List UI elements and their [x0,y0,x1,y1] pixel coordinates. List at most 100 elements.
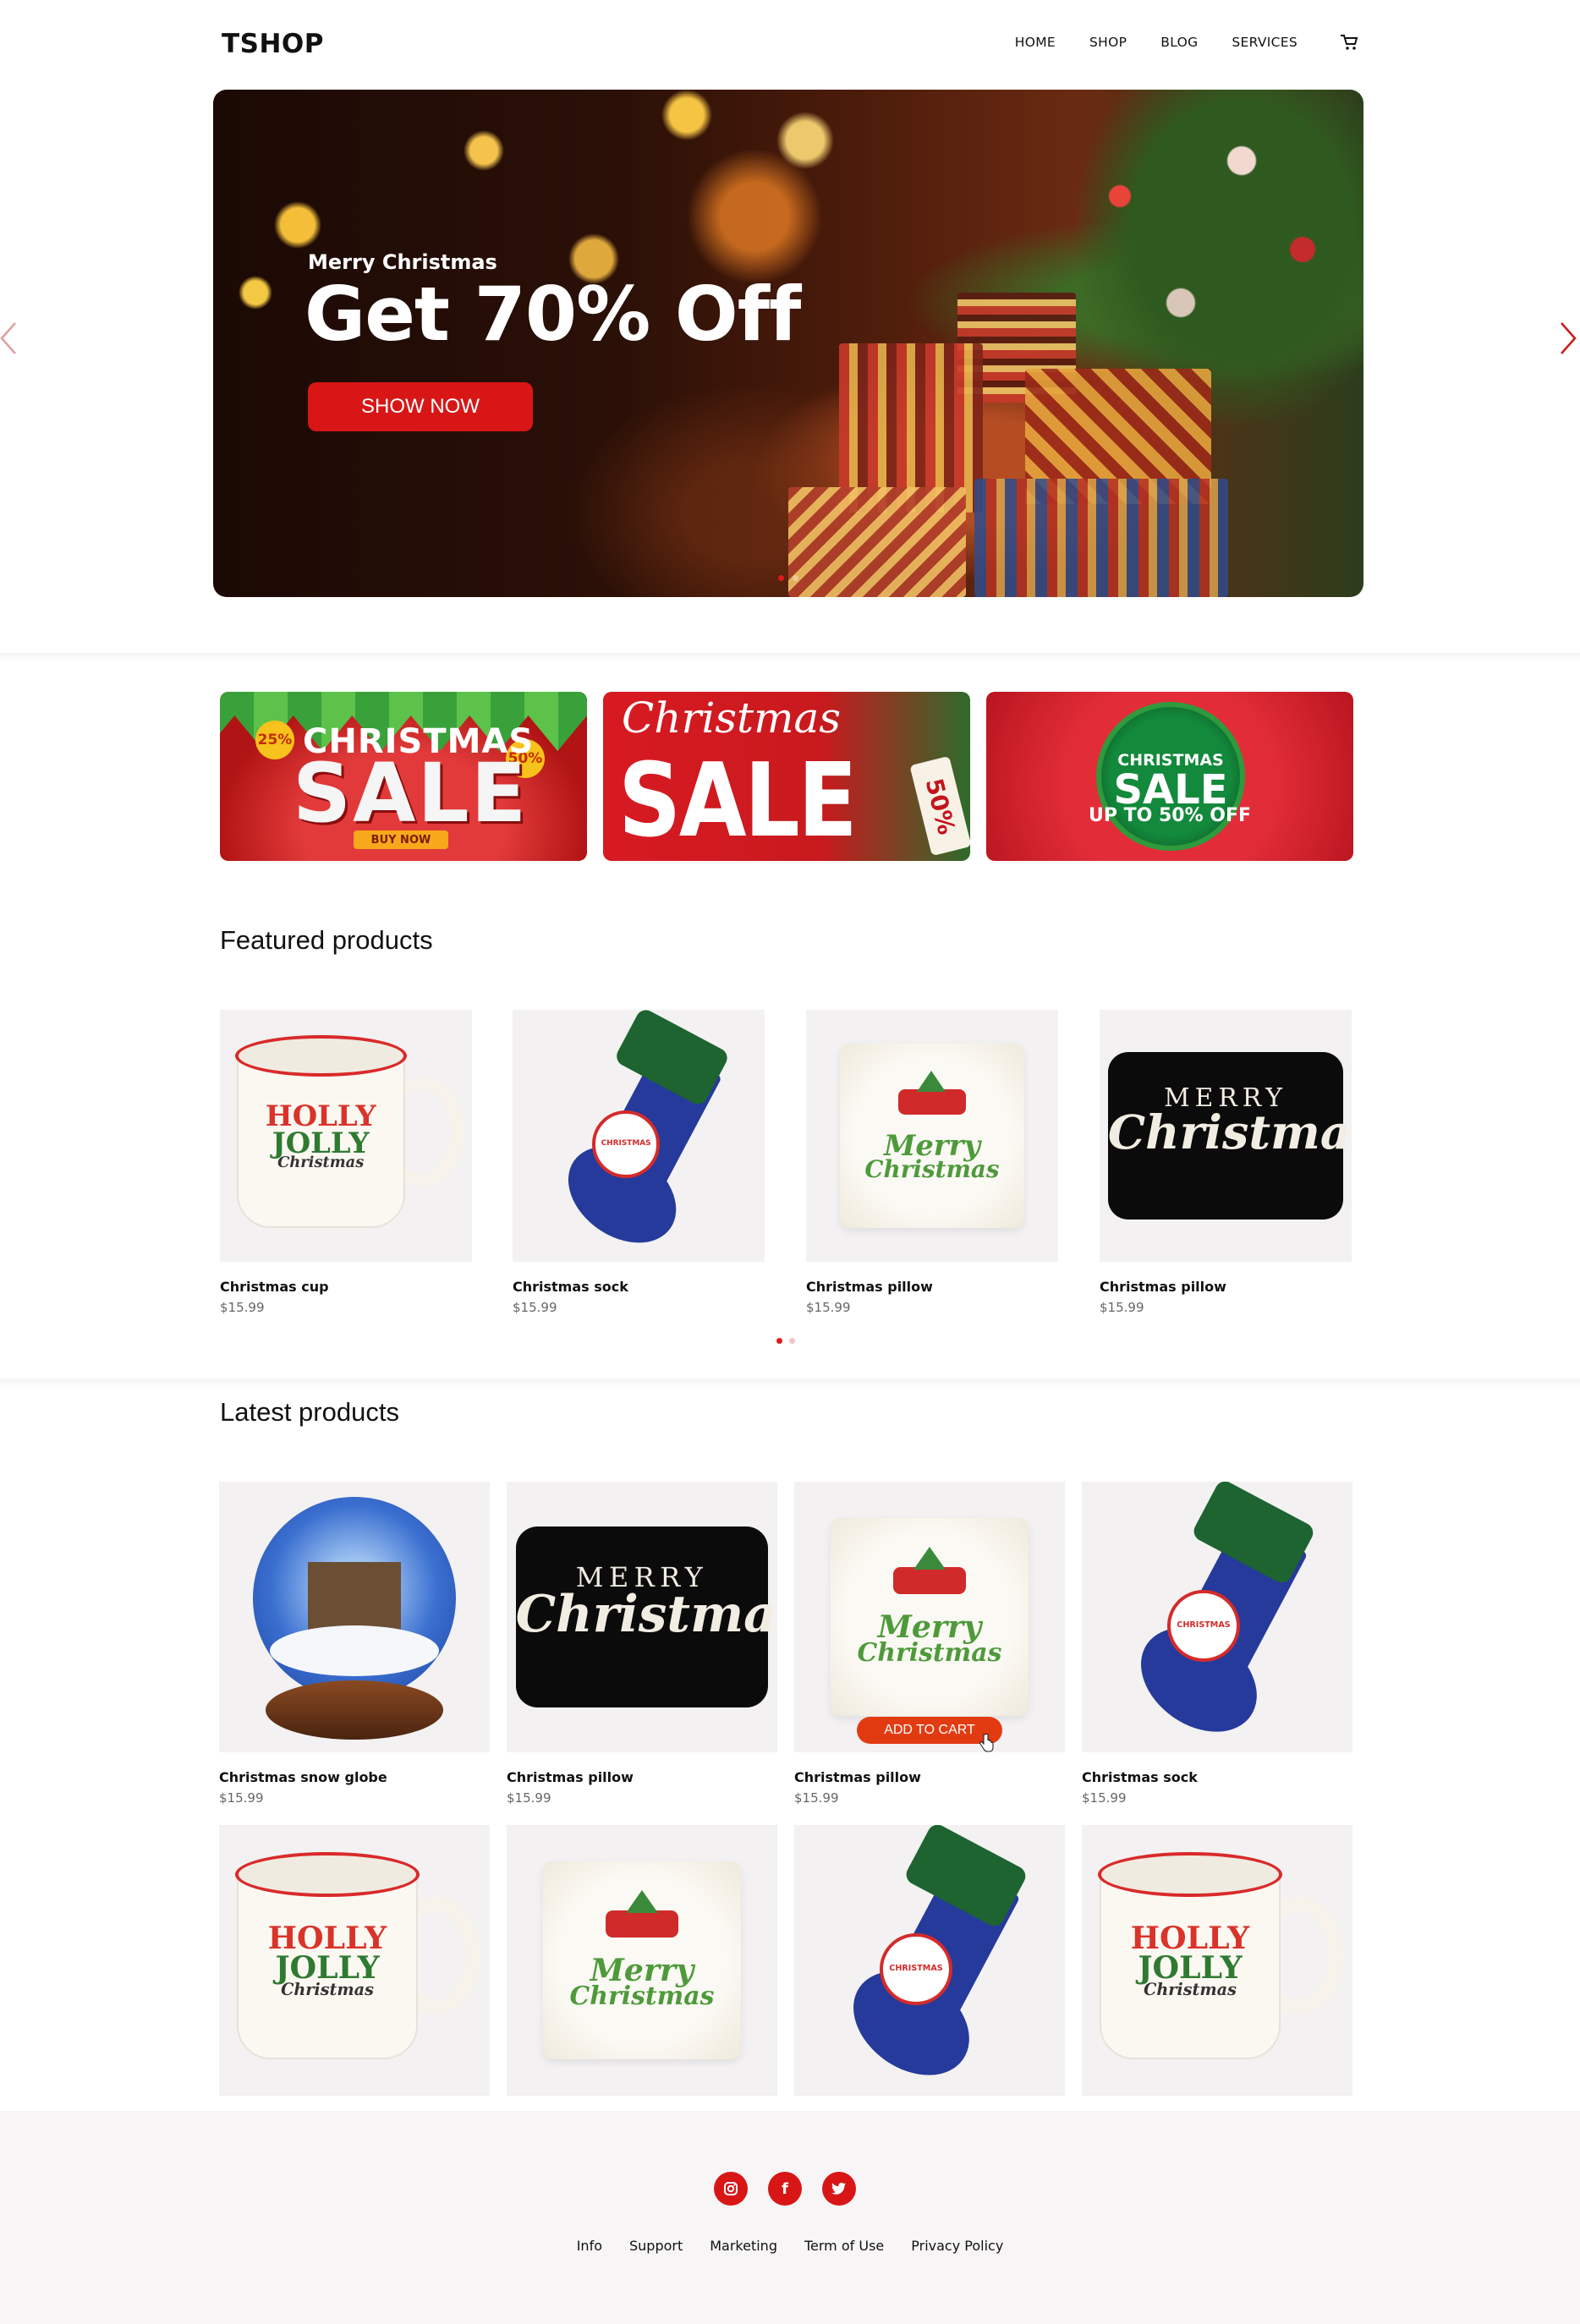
product-image[interactable]: HOLLY JOLLY Christmas [220,1010,472,1262]
promo-banner-christmas-sale[interactable]: 25% 50% CHRISTMAS SALE BUY NOW [220,692,587,861]
product-image[interactable]: HOLLY JOLLY Christmas [1082,1825,1352,2096]
house [308,1562,401,1630]
gift-box [788,487,966,597]
footer-link-terms[interactable]: Term of Use [804,2238,884,2254]
product-image[interactable]: MERRY Christmas [507,1482,777,1752]
banner-sale-text: SALE [618,743,858,860]
product-name[interactable]: Christmas pillow [1100,1279,1352,1295]
product-name[interactable]: Christmas snow globe [219,1769,490,1785]
product-name[interactable]: Christmas pillow [794,1769,1065,1785]
featured-carousel-dots [776,1338,795,1344]
footer-links: Info Support Marketing Term of Use Priva… [0,2238,1580,2254]
carousel-prev-arrow-icon[interactable] [0,321,20,355]
pillow-text-line: Christmas [515,1584,777,1644]
carousel-next-arrow-icon[interactable] [1558,321,1578,355]
twitter-icon[interactable] [822,2172,856,2206]
gift-box [974,479,1228,597]
mug-text: HOLLY JOLLY Christmas [1100,1922,1280,1998]
hero-dot[interactable] [778,575,784,581]
product-image[interactable]: Merry Christmas [507,1825,777,2096]
footer-link-marketing[interactable]: Marketing [710,2238,777,2254]
nav-services[interactable]: SERVICES [1232,35,1297,50]
product-price: $15.99 [507,1790,551,1806]
nav-blog[interactable]: BLOG [1160,35,1198,50]
main-nav: HOME SHOP BLOG SERVICES [981,34,1358,51]
product-name[interactable]: Christmas cup [220,1279,472,1295]
product-card[interactable]: HOLLY JOLLY Christmas Christmas cup $15.… [220,1010,472,1315]
section-divider [0,1379,1580,1387]
pillow-text: MERRY Christmas [515,1564,777,1644]
product-image[interactable]: Merry Christmas ADD TO CART [794,1482,1065,1752]
product-image[interactable]: Merry Christmas [806,1010,1058,1262]
product-card[interactable]: Merry Christmas [507,1825,777,2096]
product-image[interactable]: MERRY Christmas [1100,1010,1352,1262]
mug-text-line: JOLLY [275,1949,380,1986]
promo-banner-up-to-50[interactable]: CHRISTMAS SALE UP TO 50% OFF [986,692,1353,861]
featured-products-title: Featured products [220,925,433,955]
product-price: $15.99 [806,1300,851,1315]
banner-discount-text: UP TO 50% OFF [1088,805,1252,826]
hero-dot[interactable] [793,575,798,581]
carousel-dot[interactable] [776,1338,782,1344]
cart-icon[interactable] [1340,34,1358,51]
mug-text-line: Christmas [281,1980,374,2000]
car-icon [893,1567,966,1595]
product-price: $15.99 [220,1300,265,1315]
discount-badge: 25% [255,721,294,759]
product-card[interactable]: Merry Christmas ADD TO CART Christmas pi… [794,1482,1065,1806]
buy-now-button[interactable]: BUY NOW [354,830,448,849]
nav-home[interactable]: HOME [1015,35,1056,50]
pillow-text-line: Christmas [857,1638,1002,1669]
tree-icon [917,1070,946,1092]
product-name[interactable]: Christmas pillow [507,1769,777,1785]
footer-link-support[interactable]: Support [629,2238,683,2254]
footer-link-info[interactable]: Info [577,2238,602,2254]
instagram-icon[interactable] [714,2172,748,2206]
product-name[interactable]: Christmas sock [513,1279,765,1295]
product-card[interactable]: HOLLY JOLLY Christmas [219,1825,490,2096]
pillow-text-line: Christmas [569,1981,715,2012]
product-image[interactable]: HOLLY JOLLY Christmas [219,1825,490,2096]
globe-base [266,1680,443,1740]
product-card[interactable]: MERRY Christmas Christmas pillow $15.99 [1100,1010,1352,1315]
product-image[interactable]: CHRISTMAS [1082,1482,1352,1752]
mug-rim [1098,1852,1282,1898]
product-price: $15.99 [1082,1790,1127,1806]
product-price: $15.99 [1100,1300,1144,1315]
mug-rim [235,1852,420,1898]
product-image[interactable] [219,1482,490,1752]
hero-banner: Merry Christmas Get 70% Off SHOW NOW [213,90,1363,597]
snow [270,1625,439,1676]
product-card[interactable]: MERRY Christmas Christmas pillow $15.99 [507,1482,777,1806]
show-now-button[interactable]: SHOW NOW [308,382,533,431]
product-card[interactable]: Christmas snow globe $15.99 [219,1482,490,1806]
pillow-text-line: Merry [877,1608,982,1645]
sock-badge-text: CHRISTMAS [601,1138,651,1148]
mug-text: HOLLY JOLLY Christmas [237,1101,405,1170]
product-card[interactable]: Merry Christmas Christmas pillow $15.99 [806,1010,1058,1315]
product-name[interactable]: Christmas pillow [806,1279,1058,1295]
section-divider [0,653,1580,661]
product-image[interactable]: CHRISTMAS [794,1825,1065,2096]
logo[interactable]: TSHOP [222,29,324,59]
product-card[interactable]: CHRISTMAS Christmas sock $15.99 [1082,1482,1352,1806]
pillow-text: Merry Christmas [831,1608,1029,1669]
hand-cursor-icon [979,1734,994,1752]
promo-banner-sale[interactable]: Christmas SALE 50% [603,692,970,861]
sock-badge: CHRISTMAS [592,1110,660,1178]
footer-link-privacy[interactable]: Privacy Policy [911,2238,1003,2254]
facebook-icon[interactable]: f [768,2172,802,2206]
nav-shop[interactable]: SHOP [1089,35,1127,50]
product-card[interactable]: CHRISTMAS Christmas sock $15.99 [513,1010,765,1315]
hero-title: Get 70% Off [304,271,801,358]
product-card[interactable]: CHRISTMAS [794,1825,1065,2096]
product-name[interactable]: Christmas sock [1082,1769,1352,1785]
car-icon [898,1089,966,1115]
site-header: TSHOP HOME SHOP BLOG SERVICES [0,0,1580,90]
product-image[interactable]: CHRISTMAS [513,1010,765,1262]
product-card[interactable]: HOLLY JOLLY Christmas [1082,1825,1352,2096]
pillow-text: MERRY Christmas [1108,1086,1352,1156]
tree-icon [913,1546,946,1570]
social-links: f [714,2172,856,2206]
carousel-dot[interactable] [789,1338,795,1344]
